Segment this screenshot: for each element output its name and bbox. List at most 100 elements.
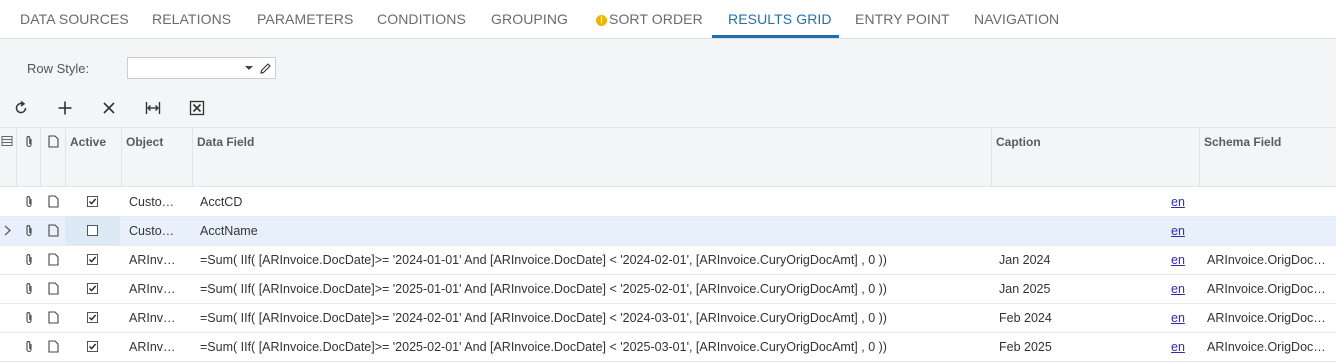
object-cell[interactable]: Custo… [129, 188, 189, 216]
caption-cell[interactable]: Feb 2024 [999, 304, 1149, 332]
language-link[interactable]: en [1171, 333, 1191, 361]
header-object[interactable]: Object [121, 128, 192, 186]
active-checkbox[interactable] [87, 225, 98, 236]
schema-field-cell[interactable]: ARInvoice.OrigDoc… [1207, 275, 1336, 303]
current-row-arrow-icon [4, 225, 11, 236]
header-data-field[interactable]: Data Field [192, 128, 991, 186]
schema-field-cell[interactable] [1207, 188, 1336, 216]
header-row-selector[interactable] [0, 128, 16, 186]
data-field-cell[interactable]: =Sum( IIf( [ARInvoice.DocDate]>= '2025-0… [200, 333, 988, 361]
tab-sort-order-label: SORT ORDER [609, 11, 703, 27]
data-field-cell[interactable]: =Sum( IIf( [ARInvoice.DocDate]>= '2024-0… [200, 246, 988, 274]
row-style-label: Row Style: [27, 61, 89, 76]
paperclip-icon[interactable] [24, 195, 34, 208]
fit-columns-icon [145, 100, 161, 116]
pencil-icon[interactable] [259, 62, 272, 75]
note-icon[interactable] [48, 340, 59, 353]
tab-parameters[interactable]: PARAMETERS [257, 0, 353, 38]
note-icon[interactable] [48, 282, 59, 295]
table-row[interactable]: ARInv… =Sum( IIf( [ARInvoice.DocDate]>= '… [0, 246, 1336, 275]
caption-cell[interactable] [999, 217, 1149, 245]
caption-cell[interactable]: Jan 2025 [999, 275, 1149, 303]
paperclip-icon[interactable] [24, 282, 34, 295]
table-row[interactable]: ARInv… =Sum( IIf( [ARInvoice.DocDate]>= '… [0, 333, 1336, 362]
language-link[interactable]: en [1171, 188, 1191, 216]
active-checkbox[interactable] [87, 283, 98, 294]
note-icon[interactable] [48, 253, 59, 266]
tab-entry-point[interactable]: ENTRY POINT [855, 0, 950, 38]
export-excel-icon [189, 100, 205, 116]
object-cell[interactable]: Custo… [129, 217, 189, 245]
paperclip-icon[interactable] [24, 224, 34, 237]
checkmark-icon [88, 342, 97, 351]
paperclip-icon[interactable] [24, 253, 34, 266]
tab-grouping[interactable]: GROUPING [491, 0, 568, 38]
data-field-cell[interactable]: =Sum( IIf( [ARInvoice.DocDate]>= '2024-0… [200, 304, 988, 332]
active-tab-indicator [712, 35, 839, 38]
object-cell[interactable]: ARInv… [129, 304, 189, 332]
active-checkbox[interactable] [87, 312, 98, 323]
results-grid: Active Object Data Field Caption Schema … [0, 127, 1336, 356]
paperclip-icon [24, 135, 34, 148]
delete-icon [101, 100, 117, 116]
row-style-select[interactable] [127, 57, 276, 79]
tab-conditions[interactable]: CONDITIONS [377, 0, 466, 38]
schema-field-cell[interactable] [1207, 217, 1336, 245]
table-row[interactable]: Custo… AcctCD en [0, 188, 1336, 217]
refresh-button[interactable] [10, 97, 32, 119]
schema-field-cell[interactable]: ARInvoice.OrigDoc… [1207, 333, 1336, 361]
fit-columns-button[interactable] [142, 97, 164, 119]
header-attachments[interactable] [16, 128, 40, 186]
tab-data-sources[interactable]: DATA SOURCES [20, 0, 129, 38]
note-icon[interactable] [48, 311, 59, 324]
active-checkbox[interactable] [87, 254, 98, 265]
data-field-cell[interactable]: =Sum( IIf( [ARInvoice.DocDate]>= '2025-0… [200, 275, 988, 303]
language-link[interactable]: en [1171, 304, 1191, 332]
tab-navigation[interactable]: NAVIGATION [974, 0, 1059, 38]
note-icon[interactable] [48, 224, 59, 237]
note-icon[interactable] [48, 195, 59, 208]
add-icon [57, 100, 73, 116]
warning-icon: ! [596, 15, 607, 26]
schema-field-cell[interactable]: ARInvoice.OrigDoc… [1207, 246, 1336, 274]
checkmark-icon [88, 313, 97, 322]
refresh-icon [13, 100, 29, 116]
add-row-button[interactable] [54, 97, 76, 119]
object-cell[interactable]: ARInv… [129, 275, 189, 303]
table-row[interactable]: ARInv… =Sum( IIf( [ARInvoice.DocDate]>= '… [0, 275, 1336, 304]
caption-cell[interactable]: Feb 2025 [999, 333, 1149, 361]
note-icon [48, 135, 59, 148]
tab-bar: DATA SOURCES RELATIONS PARAMETERS CONDIT… [0, 0, 1336, 39]
language-link[interactable]: en [1171, 275, 1191, 303]
chevron-down-icon[interactable] [245, 66, 253, 70]
paperclip-icon[interactable] [24, 340, 34, 353]
object-cell[interactable]: ARInv… [129, 246, 189, 274]
caption-cell[interactable] [999, 188, 1149, 216]
header-schema-field[interactable]: Schema Field [1199, 128, 1336, 186]
schema-field-cell[interactable]: ARInvoice.OrigDoc… [1207, 304, 1336, 332]
table-row[interactable]: Custo… AcctName en [0, 217, 1336, 246]
caption-cell[interactable]: Jan 2024 [999, 246, 1149, 274]
table-row[interactable]: ARInv… =Sum( IIf( [ARInvoice.DocDate]>= '… [0, 304, 1336, 333]
language-link[interactable]: en [1171, 246, 1191, 274]
object-cell[interactable]: ARInv… [129, 333, 189, 361]
language-link[interactable]: en [1171, 217, 1191, 245]
checkmark-icon [88, 284, 97, 293]
data-field-cell[interactable]: AcctName [200, 217, 988, 245]
tab-relations[interactable]: RELATIONS [152, 0, 231, 38]
export-excel-button[interactable] [186, 97, 208, 119]
active-checkbox[interactable] [87, 341, 98, 352]
checkmark-icon [88, 197, 97, 206]
grid-header: Active Object Data Field Caption Schema … [0, 127, 1336, 187]
active-checkbox[interactable] [87, 196, 98, 207]
columns-config-icon [1, 135, 13, 147]
header-caption[interactable]: Caption [991, 128, 1199, 186]
data-field-cell[interactable]: AcctCD [200, 188, 988, 216]
form-area: Row Style: [0, 39, 1336, 127]
tab-results-grid[interactable]: RESULTS GRID [728, 0, 832, 38]
tab-sort-order[interactable]: !SORT ORDER [596, 0, 703, 38]
header-notes[interactable] [40, 128, 65, 186]
header-active[interactable]: Active [65, 128, 121, 186]
delete-row-button[interactable] [98, 97, 120, 119]
paperclip-icon[interactable] [24, 311, 34, 324]
